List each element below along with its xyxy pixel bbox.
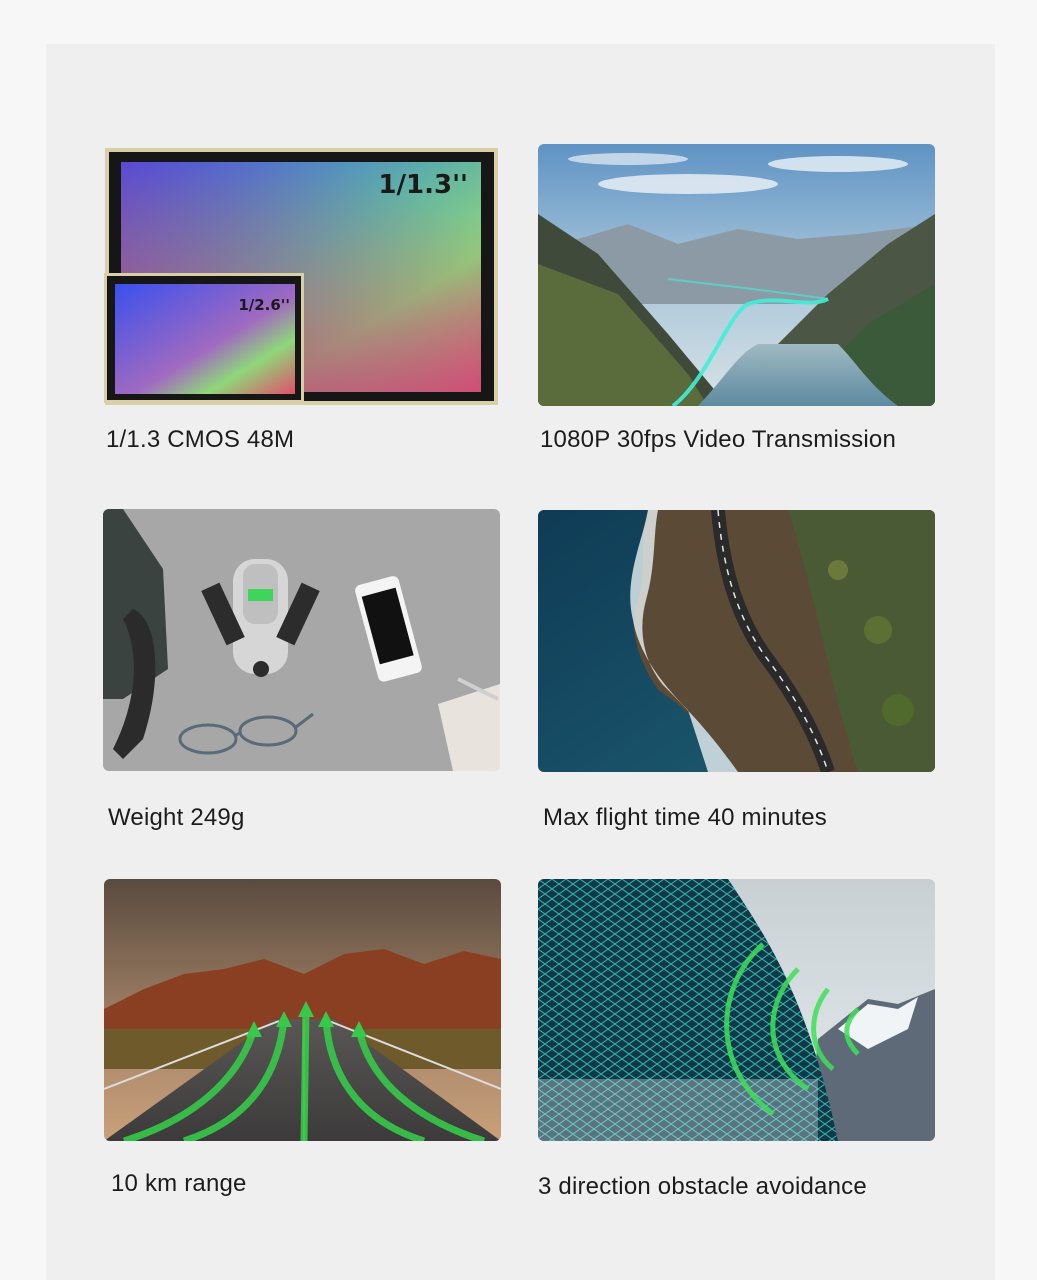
feature-caption-flight-time: Max flight time 40 minutes: [543, 804, 827, 831]
mountain-lake-transmission-image: [538, 144, 935, 406]
drone-on-desk-image: [103, 509, 500, 771]
feature-caption-transmission: 1080P 30fps Video Transmission: [540, 426, 897, 453]
feature-caption-obstacle-avoidance: 3 direction obstacle avoidance: [538, 1173, 867, 1200]
coastal-road-aerial-image: [538, 510, 935, 772]
large-sensor-label: 1/1.3'': [378, 170, 468, 200]
sensor-size-comparison-image: 1/1.3'' 1/2.6'': [103, 145, 500, 407]
desert-road-arrows-image: [104, 879, 501, 1141]
mountain-mesh-scan-image: [538, 879, 935, 1141]
feature-caption-sensor: 1/1.3 CMOS 48M: [106, 426, 295, 453]
feature-caption-range: 10 km range: [111, 1170, 247, 1197]
small-sensor-label: 1/2.6'': [238, 296, 290, 314]
feature-caption-weight: Weight 249g: [108, 804, 245, 831]
